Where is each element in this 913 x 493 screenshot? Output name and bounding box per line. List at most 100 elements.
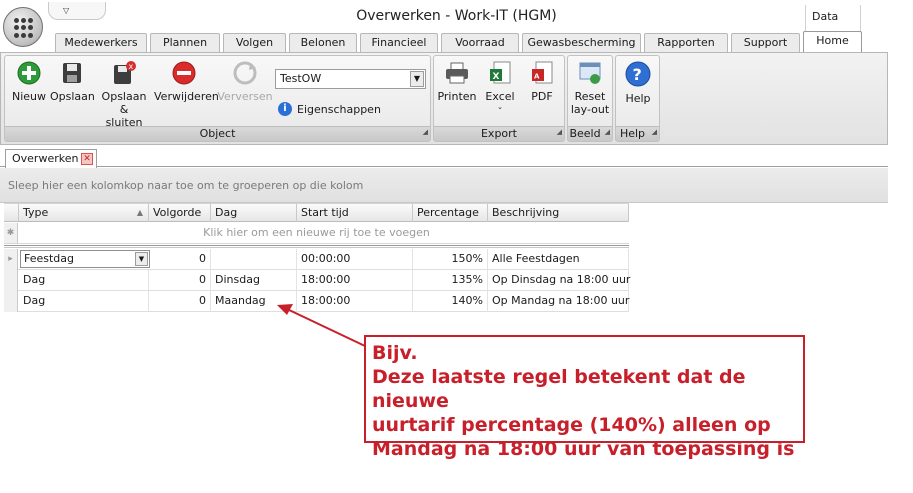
group-by-panel[interactable]: Sleep hier een kolomkop naar toe om te g… [0, 168, 888, 203]
row-indicator [4, 291, 18, 312]
cell-volgorde[interactable]: 0 [149, 249, 211, 270]
nieuw-button[interactable]: Nieuw [9, 60, 49, 103]
type-select-value: Feestdag [24, 252, 75, 265]
type-select[interactable]: Feestdag ▼ [20, 250, 150, 268]
table-row[interactable]: ▸ Feestdag ▼ 0 00:00:00 150% Alle Feestd… [4, 249, 629, 270]
tab-financieel[interactable]: Financieel [360, 33, 438, 52]
new-row-separator [4, 245, 629, 248]
column-header-percentage[interactable]: Percentage [413, 204, 488, 222]
cell-volgorde[interactable]: 0 [149, 291, 211, 312]
verwijderen-label: Verwijderen [154, 90, 219, 103]
delete-icon [172, 61, 196, 85]
group-export-label: Export ◢ [434, 126, 564, 141]
pdf-button[interactable]: A PDF [522, 60, 562, 103]
cell-start-tijd[interactable]: 00:00:00 [297, 249, 413, 270]
cell-percentage[interactable]: 150% [413, 249, 488, 270]
tab-rapporten[interactable]: Rapporten [644, 33, 728, 52]
group-help-title: Help [619, 127, 646, 140]
dialog-launcher-icon[interactable]: ◢ [652, 125, 657, 139]
cell-type[interactable]: Dag [19, 291, 149, 312]
column-header-type[interactable]: Type ▲ [19, 204, 149, 222]
tab-home[interactable]: Home [803, 31, 862, 52]
column-header-dag[interactable]: Dag [211, 204, 297, 222]
cell-type[interactable]: Dag [19, 270, 149, 291]
eigenschappen-button[interactable]: i Eigenschappen [278, 102, 381, 116]
verversen-button[interactable]: Verversen [217, 60, 273, 103]
cell-start-tijd[interactable]: 18:00:00 [297, 291, 413, 312]
group-export-title: Export [480, 127, 517, 140]
reset-layout-button[interactable]: Reset lay-out [570, 60, 610, 116]
ribbon-tabs: Medewerkers Plannen Volgen Belonen Finan… [0, 31, 913, 52]
group-beeld-title: Beeld [569, 127, 601, 140]
doc-tab-overwerken[interactable]: Overwerken ✕ [5, 149, 97, 168]
cell-volgorde[interactable]: 0 [149, 270, 211, 291]
tab-medewerkers[interactable]: Medewerkers [55, 33, 147, 52]
cell-percentage[interactable]: 140% [413, 291, 488, 312]
group-object-label: Object ◢ [5, 126, 430, 141]
dialog-launcher-icon[interactable]: ◢ [557, 125, 562, 139]
cell-percentage[interactable]: 135% [413, 270, 488, 291]
column-header-start-tijd[interactable]: Start tijd [297, 204, 413, 222]
excel-label: Excel [485, 90, 515, 103]
opslaan-button[interactable]: Opslaan [50, 60, 95, 103]
cell-beschrijving[interactable]: Alle Feestdagen [488, 249, 629, 270]
annotation-line-4: Mandag na 18:00 uur van toepassing is [372, 438, 795, 460]
eigenschappen-label: Eigenschappen [297, 102, 381, 116]
cell-dag[interactable]: Dinsdag [211, 270, 297, 291]
opslaan-sluiten-button[interactable]: x Opslaan & sluiten [97, 60, 151, 129]
tab-belonen[interactable]: Belonen [289, 33, 357, 52]
svg-text:X: X [493, 72, 500, 82]
new-row[interactable]: ✱ Klik hier om een nieuwe rij toe te voe… [4, 223, 629, 244]
cell-dag[interactable]: Maandag [211, 291, 297, 312]
cell-dag[interactable] [211, 249, 297, 270]
help-button[interactable]: ? Help [618, 60, 658, 105]
excel-dropdown-icon[interactable]: ⌄ [480, 103, 520, 111]
column-header-volgorde[interactable]: Volgorde [149, 204, 211, 222]
group-help-label: Help ◢ [616, 126, 659, 141]
excel-icon: X [490, 61, 511, 84]
verversen-label: Verversen [217, 90, 273, 103]
dialog-launcher-icon[interactable]: ◢ [605, 125, 610, 139]
dialog-launcher-icon[interactable]: ◢ [423, 125, 428, 139]
svg-text:?: ? [633, 65, 642, 84]
title-bar: ▽ Overwerken - Work-IT (HGM) Data [0, 0, 913, 33]
group-help: ? Help Help ◢ [615, 55, 660, 142]
group-object: Nieuw Opslaan x Opslaan & sluiten Verwij… [4, 55, 431, 142]
ribbon: Nieuw Opslaan x Opslaan & sluiten Verwij… [0, 52, 888, 145]
record-select[interactable]: TestOW ▼ [275, 69, 426, 89]
printer-icon [446, 62, 468, 84]
cell-beschrijving[interactable]: Op Dinsdag na 18:00 uur [488, 270, 630, 291]
opslaan-label: Opslaan [50, 90, 95, 103]
excel-button[interactable]: X Excel ⌄ [480, 60, 520, 111]
close-icon[interactable]: ✕ [81, 153, 93, 165]
printen-button[interactable]: Printen [437, 60, 477, 103]
help-label: Help [625, 92, 651, 105]
tab-gewasbescherming[interactable]: Gewasbescherming [522, 33, 641, 52]
context-tab-data[interactable]: Data [805, 5, 861, 33]
cell-start-tijd[interactable]: 18:00:00 [297, 270, 413, 291]
nieuw-label: Nieuw [11, 90, 47, 103]
sort-ascending-icon: ▲ [136, 208, 143, 217]
opslaan-sluiten-label-1: Opslaan & [101, 90, 147, 116]
table-row[interactable]: Dag 0 Maandag 18:00:00 140% Op Mandag na… [4, 291, 629, 312]
current-row-arrow-icon: ▸ [4, 249, 18, 270]
chevron-down-icon[interactable]: ▼ [135, 252, 148, 266]
refresh-icon [233, 61, 257, 85]
grid-header: Type ▲ Volgorde Dag Start tijd Percentag… [4, 203, 629, 222]
group-export: Printen X Excel ⌄ A PDF Export ◢ [433, 55, 565, 142]
annotation-line-1: Bijv. [372, 342, 418, 364]
column-header-beschrijving[interactable]: Beschrijving [488, 204, 629, 222]
add-icon [17, 61, 41, 85]
table-row[interactable]: Dag 0 Dinsdag 18:00:00 135% Op Dinsdag n… [4, 270, 630, 291]
tab-volgen[interactable]: Volgen [223, 33, 286, 52]
tab-support[interactable]: Support [731, 33, 800, 52]
chevron-down-icon[interactable]: ▼ [410, 71, 424, 87]
application-menu-button[interactable] [3, 7, 43, 47]
record-select-value: TestOW [280, 72, 322, 85]
save-close-icon: x [114, 61, 136, 84]
cell-beschrijving[interactable]: Op Mandag na 18:00 uur [488, 291, 629, 312]
verwijderen-button[interactable]: Verwijderen [154, 60, 219, 103]
tab-plannen[interactable]: Plannen [150, 33, 220, 52]
new-row-text: Klik hier om een nieuwe rij toe te voege… [203, 226, 430, 239]
tab-voorraad[interactable]: Voorraad [441, 33, 519, 52]
